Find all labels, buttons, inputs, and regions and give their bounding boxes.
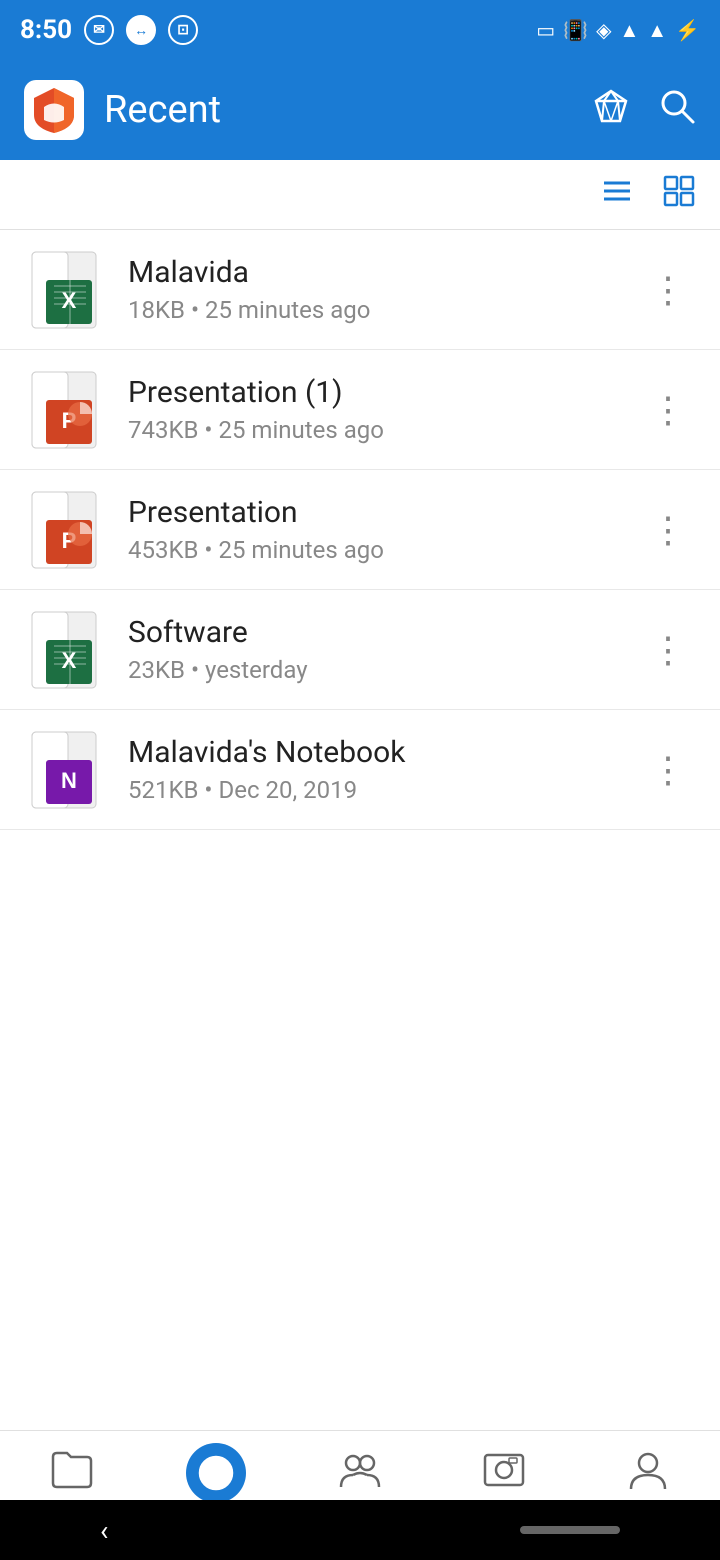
photo-icon xyxy=(477,1443,531,1497)
folder-icon xyxy=(45,1443,99,1497)
file-item[interactable]: P Presentation (1) 743KB • 25 minutes ag… xyxy=(0,350,720,470)
file-icon: X xyxy=(24,610,104,690)
vibrate-icon: 📳 xyxy=(563,18,588,42)
grid-view-icon[interactable] xyxy=(662,174,696,216)
file-icon: P xyxy=(24,490,104,570)
status-bar: 8:50 ✉ ↔ ⊡ ▭ 📳 ◈ ▲ ▲ ⚡ xyxy=(0,0,720,60)
nav-icon: ◈ xyxy=(596,18,611,42)
file-icon: X xyxy=(24,250,104,330)
more-options-button[interactable]: ⋮ xyxy=(640,739,696,801)
back-button[interactable]: ‹ xyxy=(100,1514,108,1547)
more-options-button[interactable]: ⋮ xyxy=(640,379,696,441)
more-options-button[interactable]: ⋮ xyxy=(640,619,696,681)
status-right-icons: ▭ 📳 ◈ ▲ ▲ ⚡ xyxy=(536,18,700,43)
app-bar-actions xyxy=(592,87,696,134)
app-bar: Recent xyxy=(0,60,720,160)
file-item[interactable]: X Software 23KB • yesterday ⋮ xyxy=(0,590,720,710)
file-name: Software xyxy=(128,615,640,650)
file-name: Presentation (1) xyxy=(128,375,640,410)
signal-icon: ▲ xyxy=(647,18,667,43)
wifi-icon: ▲ xyxy=(620,18,640,43)
file-name: Malavida's Notebook xyxy=(128,735,640,770)
file-meta: 521KB • Dec 20, 2019 xyxy=(128,776,640,804)
more-options-button[interactable]: ⋮ xyxy=(640,499,696,561)
file-info: Malavida 18KB • 25 minutes ago xyxy=(128,255,640,324)
clock: 8:50 xyxy=(20,15,72,45)
people-icon xyxy=(333,1443,387,1497)
app-logo xyxy=(24,80,84,140)
file-icon: N xyxy=(24,730,104,810)
file-meta: 18KB • 25 minutes ago xyxy=(128,296,640,324)
file-meta: 453KB • 25 minutes ago xyxy=(128,536,640,564)
file-name: Presentation xyxy=(128,495,640,530)
file-list: X Malavida 18KB • 25 minutes ago ⋮ P xyxy=(0,230,720,1030)
file-info: Software 23KB • yesterday xyxy=(128,615,640,684)
battery-icon: ⚡ xyxy=(675,18,700,42)
diamond-icon[interactable] xyxy=(592,87,630,134)
file-icon: P xyxy=(24,370,104,450)
list-view-icon[interactable] xyxy=(600,174,634,216)
toolbar xyxy=(0,160,720,230)
person-icon xyxy=(621,1443,675,1497)
search-icon[interactable] xyxy=(658,87,696,134)
system-nav-bar: ‹ xyxy=(0,1500,720,1560)
file-meta: 23KB • yesterday xyxy=(128,656,640,684)
clock-icon xyxy=(186,1443,246,1503)
cast-icon: ▭ xyxy=(536,18,555,42)
more-options-button[interactable]: ⋮ xyxy=(640,259,696,321)
file-meta: 743KB • 25 minutes ago xyxy=(128,416,640,444)
file-info: Malavida's Notebook 521KB • Dec 20, 2019 xyxy=(128,735,640,804)
file-info: Presentation 453KB • 25 minutes ago xyxy=(128,495,640,564)
file-info: Presentation (1) 743KB • 25 minutes ago xyxy=(128,375,640,444)
screenshot-icon: ⊡ xyxy=(168,15,198,45)
page-title: Recent xyxy=(104,88,572,132)
file-item[interactable]: X Malavida 18KB • 25 minutes ago ⋮ xyxy=(0,230,720,350)
file-name: Malavida xyxy=(128,255,640,290)
file-item[interactable]: P Presentation 453KB • 25 minutes ago ⋮ xyxy=(0,470,720,590)
svg-text:N: N xyxy=(61,768,77,793)
home-indicator[interactable] xyxy=(520,1526,620,1534)
message-icon: ✉ xyxy=(84,15,114,45)
vpn-icon: ↔ xyxy=(126,15,156,45)
file-item[interactable]: N Malavida's Notebook 521KB • Dec 20, 20… xyxy=(0,710,720,830)
